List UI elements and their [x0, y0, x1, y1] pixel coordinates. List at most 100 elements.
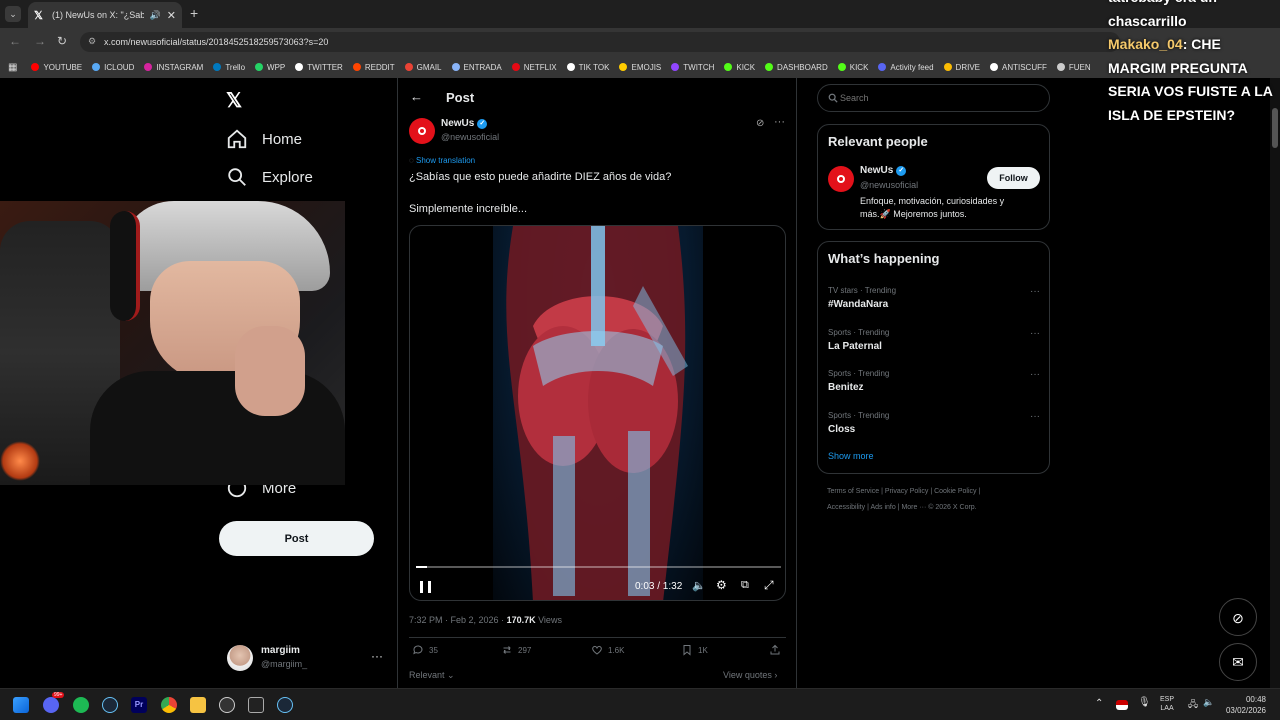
bookmark-item[interactable]: ICLOUD [92, 63, 134, 72]
messages-floating-button[interactable]: ✉ [1219, 643, 1257, 681]
footer-links-row2[interactable]: Accessibility | Ads info | More ··· © 20… [827, 504, 977, 511]
bookmark-item[interactable]: FUEN [1056, 63, 1091, 72]
settings-gear-icon[interactable]: ⚙ [716, 578, 727, 592]
bookmark-item[interactable]: KICK [724, 63, 755, 72]
account-more-icon[interactable]: ··· [371, 649, 383, 663]
trend-item[interactable]: Sports · Trending Benitez ··· [828, 369, 1040, 393]
bookmark-item[interactable]: Trello [213, 63, 245, 72]
clock[interactable]: 00:48 03/02/2026 [1224, 694, 1266, 716]
page-scrollbar[interactable] [1270, 78, 1280, 688]
bookmark-item[interactable]: GMAIL [404, 63, 442, 72]
trend-item[interactable]: Sports · Trending La Paternal ··· [828, 328, 1040, 352]
language-indicator[interactable]: ESP LAA [1160, 695, 1174, 713]
tab-search-button[interactable]: ⌄ [5, 6, 21, 22]
pip-icon[interactable]: ⧉ [741, 579, 749, 592]
bookmark-item[interactable]: KICK [837, 63, 868, 72]
author-avatar[interactable] [409, 118, 435, 144]
bookmark-item[interactable]: WPP [255, 63, 285, 72]
network-icon[interactable]: 🖧 [1188, 697, 1198, 713]
back-arrow-icon[interactable]: ← [410, 89, 423, 104]
volume-icon[interactable]: 🔈 [692, 579, 706, 592]
url-field[interactable]: ⚙ x.com/newusoficial/status/201845251825… [80, 32, 1120, 52]
apps-grid-icon[interactable]: ▦ [8, 62, 17, 73]
bookmark-item[interactable]: TIK TOK [566, 63, 609, 72]
windows-start-icon[interactable] [13, 697, 29, 713]
video-progress-track[interactable] [416, 566, 781, 568]
view-quotes-link[interactable]: View quotes › [723, 670, 777, 680]
bookmark-item[interactable]: TWITTER [295, 63, 343, 72]
post-compose-button[interactable]: Post [219, 521, 374, 556]
bookmark-item[interactable]: EMOJIS [619, 63, 661, 72]
steam-icon[interactable] [102, 697, 118, 713]
back-icon[interactable]: ← [9, 34, 21, 48]
chrome-icon[interactable] [161, 697, 177, 713]
author-handle[interactable]: @newusoficial [441, 132, 499, 142]
app-icon[interactable] [248, 697, 264, 713]
person-avatar[interactable] [828, 166, 854, 192]
tray-chevron-up-icon[interactable]: ⌃ [1095, 698, 1103, 709]
author-name-row[interactable]: NewUs ✓ [441, 118, 488, 129]
fullscreen-icon[interactable]: ⤢ [764, 578, 774, 593]
search-icon [228, 168, 246, 186]
discord-icon[interactable] [43, 697, 59, 713]
close-tab-icon[interactable]: ✕ [167, 9, 176, 22]
pause-icon[interactable] [420, 581, 431, 593]
show-more-link[interactable]: Show more [828, 451, 874, 461]
search-box[interactable] [817, 84, 1050, 112]
bookmark-item[interactable]: NETFLIX [511, 63, 557, 72]
repost-button[interactable]: 297 [501, 644, 531, 656]
trend-more-icon[interactable]: ··· [1030, 328, 1040, 339]
video-player[interactable]: 0:03 / 1:32 🔈 ⚙ ⧉ ⤢ [409, 225, 786, 601]
browser-tab[interactable]: 𝕏 (1) NewUs on X: "¿Sabías q 🔊 ✕ [28, 2, 182, 28]
volume-tray-icon[interactable]: 🔈 [1203, 697, 1214, 708]
follow-button[interactable]: Follow [987, 167, 1040, 189]
site-info-icon[interactable]: ⚙ [88, 36, 96, 47]
nav-home[interactable]: Home [226, 128, 302, 150]
share-button[interactable] [769, 644, 786, 656]
speaker-icon[interactable]: 🔊 [150, 10, 161, 21]
post-timestamp[interactable]: 7:32 PM · Feb 2, 2026 · [409, 615, 507, 625]
obs-icon[interactable] [219, 697, 235, 713]
sort-relevant-dropdown[interactable]: Relevant ⌄ [409, 670, 455, 681]
trend-more-icon[interactable]: ··· [1030, 411, 1040, 422]
search-input[interactable] [840, 90, 1040, 106]
forward-icon[interactable]: → [34, 34, 46, 48]
premiere-icon[interactable]: Pr [131, 697, 147, 713]
bookmark-item[interactable]: Activity feed [878, 63, 934, 72]
bookmark-item[interactable]: ENTRADA [451, 63, 502, 72]
new-tab-button[interactable]: + [190, 5, 198, 21]
bookmark-item[interactable]: INSTAGRAM [144, 63, 203, 72]
footer-links-row1[interactable]: Terms of Service | Privacy Policy | Cook… [827, 488, 980, 495]
bookmark-item[interactable]: YOUTUBE [31, 63, 82, 72]
grok-floating-button[interactable]: ⊘ [1219, 598, 1257, 636]
trend-more-icon[interactable]: ··· [1030, 286, 1040, 297]
bookmark-item[interactable]: REDDIT [352, 63, 395, 72]
like-button[interactable]: 1.6K [591, 644, 624, 656]
bookmark-item[interactable]: TWITCH [671, 63, 714, 72]
bookmark-favicon-icon [837, 63, 846, 71]
x-logo-icon[interactable]: 𝕏 [226, 88, 242, 113]
reply-button[interactable]: 35 [412, 644, 438, 656]
file-explorer-icon[interactable] [190, 697, 206, 713]
trend-item[interactable]: TV stars · Trending #WandaNara ··· [828, 286, 1040, 310]
microphone-icon[interactable]: 🎙 [1138, 697, 1151, 708]
like-count: 1.6K [608, 645, 625, 655]
grok-icon[interactable]: ⊘ [756, 118, 764, 129]
trend-more-icon[interactable]: ··· [1030, 369, 1040, 380]
bookmark-item[interactable]: DRIVE [943, 63, 980, 72]
account-switcher[interactable]: margiim @margiim_ ··· [227, 643, 387, 673]
author-name: NewUs [441, 118, 475, 129]
post-more-icon[interactable]: ··· [774, 116, 785, 128]
bookmark-item[interactable]: ANTISCUFF [990, 63, 1047, 72]
reload-icon[interactable]: ↻ [57, 34, 67, 48]
bookmark-item[interactable]: DASHBOARD [765, 63, 828, 72]
bookmark-button[interactable]: 1K [681, 644, 708, 656]
tray-flag-icon[interactable] [1116, 700, 1128, 710]
trend-item[interactable]: Sports · Trending Closs ··· [828, 411, 1040, 435]
nav-explore[interactable]: Explore [226, 166, 313, 188]
show-translation-link[interactable]: ◌ Show translation [409, 156, 475, 165]
steam-icon-2[interactable] [277, 697, 293, 713]
spotify-icon[interactable] [73, 697, 89, 713]
chat-line-prev: tatrebaby era un [1108, 0, 1280, 10]
person-name-row[interactable]: NewUs ✓ [860, 165, 907, 176]
